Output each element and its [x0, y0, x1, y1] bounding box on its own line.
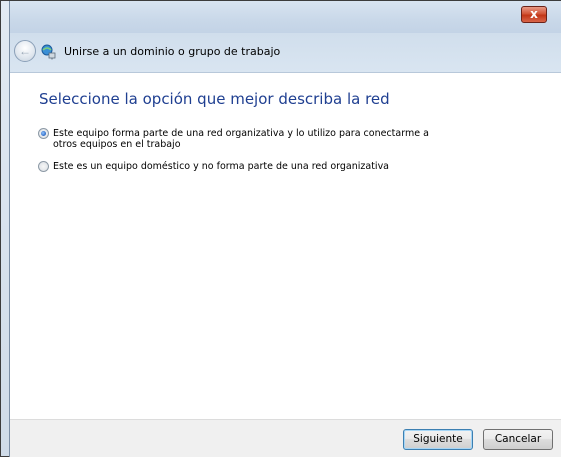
next-button[interactable]: Siguiente	[403, 429, 473, 450]
radio-button[interactable]	[38, 161, 49, 172]
wizard-footer: Siguiente Cancelar	[10, 419, 561, 457]
back-arrow-icon[interactable]: ←	[14, 40, 36, 62]
cancel-button[interactable]: Cancelar	[483, 429, 553, 450]
option-home-label: Este es un equipo doméstico y no forma p…	[53, 161, 390, 172]
wizard-content: Seleccione la opción que mejor describa …	[10, 74, 561, 419]
wizard-title: Unirse a un dominio o grupo de trabajo	[64, 45, 281, 58]
option-organization-label: Este equipo forma parte de una red organ…	[53, 128, 429, 150]
title-bar: x	[10, 1, 561, 33]
option-home[interactable]: Este es un equipo doméstico y no forma p…	[38, 161, 438, 172]
page-heading: Seleccione la opción que mejor describa …	[39, 90, 390, 108]
wizard-window: x ← Unirse a un dominio o grupo de traba…	[0, 0, 561, 457]
radio-button-selected[interactable]	[38, 128, 49, 139]
wizard-frame: x ← Unirse a un dominio o grupo de traba…	[9, 1, 561, 457]
option-organization[interactable]: Este equipo forma parte de una red organ…	[38, 128, 438, 150]
network-join-icon	[41, 44, 56, 60]
close-button[interactable]: x	[521, 6, 547, 23]
wizard-header: ← Unirse a un dominio o grupo de trabajo	[10, 33, 561, 73]
